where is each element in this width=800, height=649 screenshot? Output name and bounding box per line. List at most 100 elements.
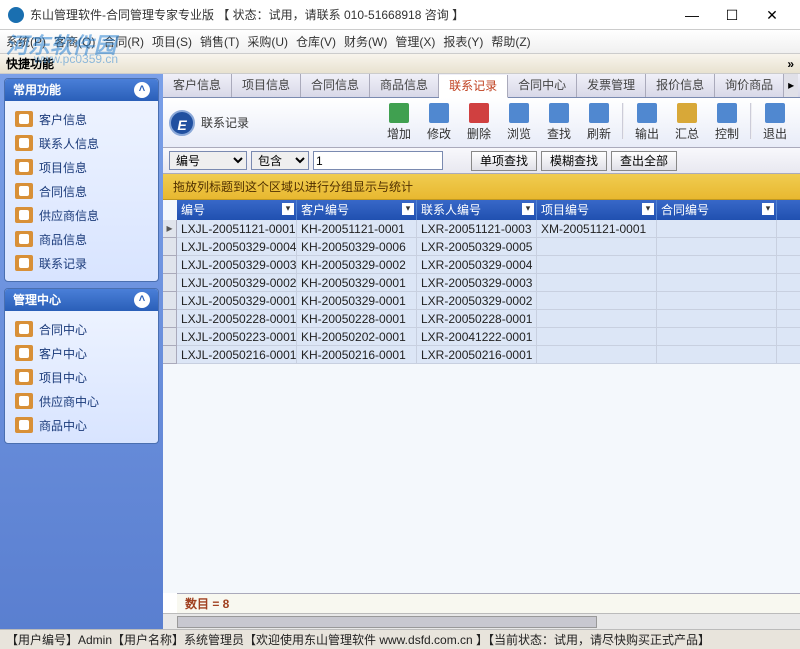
- group-by-bar[interactable]: 拖放列标题到这个区域以进行分组显示与统计: [163, 174, 800, 200]
- toolbar-button[interactable]: 退出: [756, 103, 794, 142]
- row-marker[interactable]: [163, 310, 177, 328]
- menu-item[interactable]: 合同(R): [103, 33, 144, 50]
- column-filter-icon[interactable]: ▾: [282, 203, 294, 215]
- table-cell: [657, 346, 777, 363]
- row-marker[interactable]: [163, 346, 177, 364]
- sidebar-item-label: 商品信息: [39, 231, 87, 248]
- tab[interactable]: 发票管理: [577, 74, 646, 97]
- toolbar-button[interactable]: 刷新: [580, 103, 618, 142]
- close-button[interactable]: ✕: [752, 1, 792, 29]
- table-row[interactable]: LXJL-20051121-0001KH-20051121-0001LXR-20…: [177, 220, 800, 238]
- table-row[interactable]: LXJL-20050223-0001KH-20050202-0001LXR-20…: [177, 328, 800, 346]
- column-header[interactable]: 项目编号▾: [537, 200, 657, 220]
- tab[interactable]: 合同信息: [301, 74, 370, 97]
- panel-header[interactable]: 常用功能˄: [5, 79, 158, 101]
- sidebar-item[interactable]: 商品中心: [9, 413, 154, 437]
- table-row[interactable]: LXJL-20050329-0004KH-20050329-0006LXR-20…: [177, 238, 800, 256]
- menu-item[interactable]: 系统(P): [6, 33, 46, 50]
- toolbar-icon: [677, 103, 697, 123]
- table-row[interactable]: LXJL-20050329-0001KH-20050329-0001LXR-20…: [177, 292, 800, 310]
- row-marker[interactable]: [163, 292, 177, 310]
- tab[interactable]: 联系记录: [439, 75, 508, 98]
- column-header[interactable]: 客户编号▾: [297, 200, 417, 220]
- column-filter-icon[interactable]: ▾: [402, 203, 414, 215]
- sidebar-item[interactable]: 联系人信息: [9, 131, 154, 155]
- sidebar-item[interactable]: 合同信息: [9, 179, 154, 203]
- sidebar-item[interactable]: 商品信息: [9, 227, 154, 251]
- collapse-icon[interactable]: ˄: [134, 292, 150, 308]
- menu-item[interactable]: 报表(Y): [443, 33, 483, 50]
- sidebar-item[interactable]: 客户中心: [9, 341, 154, 365]
- table-cell: KH-20050216-0001: [297, 346, 417, 363]
- sidebar-item[interactable]: 客户信息: [9, 107, 154, 131]
- sidebar-item[interactable]: 项目中心: [9, 365, 154, 389]
- menu-item[interactable]: 采购(U): [247, 33, 288, 50]
- table-row[interactable]: LXJL-20050329-0003KH-20050329-0002LXR-20…: [177, 256, 800, 274]
- table-cell: [657, 328, 777, 345]
- menu-item[interactable]: 仓库(V): [296, 33, 336, 50]
- column-header[interactable]: 编号▾: [177, 200, 297, 220]
- menu-item[interactable]: 管理(X): [395, 33, 435, 50]
- toolbar-button[interactable]: 输出: [628, 103, 666, 142]
- filter-value-input[interactable]: [313, 151, 443, 170]
- sidebar-item-icon: [15, 135, 33, 151]
- column-header[interactable]: 合同编号▾: [657, 200, 777, 220]
- maximize-button[interactable]: ☐: [712, 1, 752, 29]
- table-cell: LXR-20050329-0005: [417, 238, 537, 255]
- sidebar-item[interactable]: 合同中心: [9, 317, 154, 341]
- filter-btn-fuzzy[interactable]: 模糊查找: [541, 151, 607, 171]
- column-filter-icon[interactable]: ▾: [522, 203, 534, 215]
- toolbar-button[interactable]: 删除: [460, 103, 498, 142]
- table-cell: [537, 274, 657, 291]
- tab[interactable]: 合同中心: [508, 74, 577, 97]
- menu-item[interactable]: 客商(Q): [54, 33, 95, 50]
- row-marker[interactable]: [163, 256, 177, 274]
- row-marker[interactable]: ▸: [163, 220, 177, 238]
- horizontal-scrollbar[interactable]: [163, 613, 800, 629]
- tab-scroll-button[interactable]: ▸: [784, 74, 798, 97]
- tab[interactable]: 商品信息: [370, 74, 439, 97]
- sidebar-item[interactable]: 供应商中心: [9, 389, 154, 413]
- filter-op-select[interactable]: 包含: [251, 151, 309, 170]
- quick-collapse-icon[interactable]: »: [787, 54, 794, 73]
- filter-btn-all[interactable]: 查出全部: [611, 151, 677, 171]
- column-header[interactable]: 联系人编号▾: [417, 200, 537, 220]
- sidebar-item[interactable]: 联系记录: [9, 251, 154, 275]
- tab[interactable]: 客户信息: [163, 74, 232, 97]
- row-marker[interactable]: [163, 274, 177, 292]
- tab[interactable]: 报价信息: [646, 74, 715, 97]
- tab[interactable]: 项目信息: [232, 74, 301, 97]
- menu-item[interactable]: 项目(S): [152, 33, 192, 50]
- sidebar-item-label: 供应商中心: [39, 393, 99, 410]
- table-row[interactable]: LXJL-20050216-0001KH-20050216-0001LXR-20…: [177, 346, 800, 364]
- toolbar-button[interactable]: 增加: [380, 103, 418, 142]
- toolbar-button[interactable]: 汇总: [668, 103, 706, 142]
- menu-item[interactable]: 帮助(Z): [491, 33, 530, 50]
- table-cell: [537, 328, 657, 345]
- table-row[interactable]: LXJL-20050228-0001KH-20050228-0001LXR-20…: [177, 310, 800, 328]
- sidebar-item[interactable]: 供应商信息: [9, 203, 154, 227]
- column-filter-icon[interactable]: ▾: [642, 203, 654, 215]
- filter-btn-single[interactable]: 单项查找: [471, 151, 537, 171]
- collapse-icon[interactable]: ˄: [134, 82, 150, 98]
- toolbar-button[interactable]: 浏览: [500, 103, 538, 142]
- toolbar-button[interactable]: 修改: [420, 103, 458, 142]
- menu-item[interactable]: 销售(T): [200, 33, 239, 50]
- row-marker[interactable]: [163, 328, 177, 346]
- toolbar-button[interactable]: 控制: [708, 103, 746, 142]
- column-filter-icon[interactable]: ▾: [762, 203, 774, 215]
- row-marker[interactable]: [163, 238, 177, 256]
- table-row[interactable]: LXJL-20050329-0002KH-20050329-0001LXR-20…: [177, 274, 800, 292]
- panel-header[interactable]: 管理中心˄: [5, 289, 158, 311]
- scroll-thumb[interactable]: [177, 616, 597, 628]
- toolbar-label: 退出: [763, 125, 787, 142]
- toolbar-button[interactable]: 查找: [540, 103, 578, 142]
- toolbar-label: 控制: [715, 125, 739, 142]
- tab[interactable]: 询价商品: [715, 74, 784, 97]
- toolbar-icon: [765, 103, 785, 123]
- sidebar-item[interactable]: 项目信息: [9, 155, 154, 179]
- filter-field-select[interactable]: 编号: [169, 151, 247, 170]
- menu-item[interactable]: 财务(W): [344, 33, 387, 50]
- content-area: 客户信息项目信息合同信息商品信息联系记录合同中心发票管理报价信息询价商品▸ E …: [163, 74, 800, 629]
- minimize-button[interactable]: —: [672, 1, 712, 29]
